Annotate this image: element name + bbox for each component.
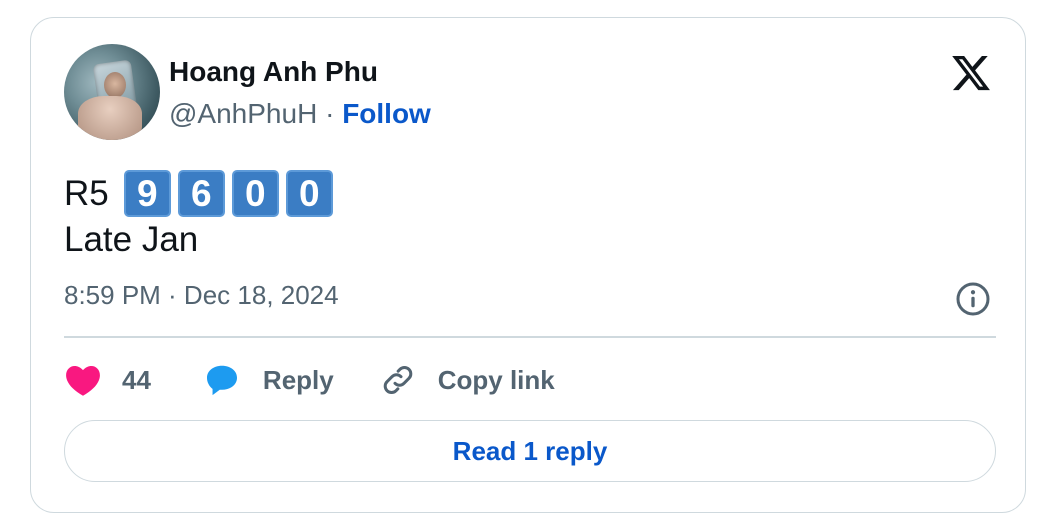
follow-link[interactable]: Follow	[342, 98, 431, 129]
tweet-line-2: Late Jan	[64, 220, 199, 259]
divider	[64, 336, 996, 338]
avatar-face-shape	[104, 72, 126, 98]
like-count: 44	[122, 364, 151, 395]
reply-label: Reply	[262, 364, 334, 395]
tweet-body: R5 9 6 0 0 Late Jan	[64, 170, 333, 263]
author-handle-row: @AnhPhuH · Follow	[169, 98, 431, 130]
avatar[interactable]	[64, 44, 160, 140]
link-icon	[383, 366, 412, 394]
keycap-digit: 9	[123, 170, 171, 217]
copy-link-label: Copy link	[437, 364, 555, 395]
heart-icon	[66, 365, 100, 396]
copy-link-button[interactable]: Copy link	[380, 362, 555, 398]
author-handle[interactable]: @AnhPhuH	[169, 98, 317, 129]
x-logo-icon[interactable]	[949, 52, 993, 94]
keycap-digit: 6	[177, 170, 225, 217]
tweet-timestamp[interactable]: 8:59 PM · Dec 18, 2024	[64, 280, 339, 311]
embedded-tweet-card: Hoang Anh Phu @AnhPhuH · Follow R5 9 6 0…	[30, 17, 1026, 513]
avatar-hand-shape	[78, 96, 142, 140]
tweet-prefix: R5	[64, 173, 109, 213]
author-name[interactable]: Hoang Anh Phu	[169, 56, 378, 88]
read-replies-button[interactable]: Read 1 reply	[64, 420, 996, 482]
keycap-digit: 0	[285, 170, 333, 217]
tweet-line-1: R5 9 6 0 0	[64, 170, 333, 217]
keycap-digits: 9 6 0 0	[123, 170, 333, 217]
keycap-digit: 0	[231, 170, 279, 217]
speech-bubble-icon	[206, 365, 237, 396]
reply-button[interactable]: Reply	[203, 362, 334, 398]
action-bar: 44 Reply Copy link	[64, 358, 555, 402]
like-button[interactable]: 44	[64, 363, 151, 397]
handle-separator: ·	[325, 98, 335, 129]
info-icon[interactable]	[955, 281, 991, 317]
